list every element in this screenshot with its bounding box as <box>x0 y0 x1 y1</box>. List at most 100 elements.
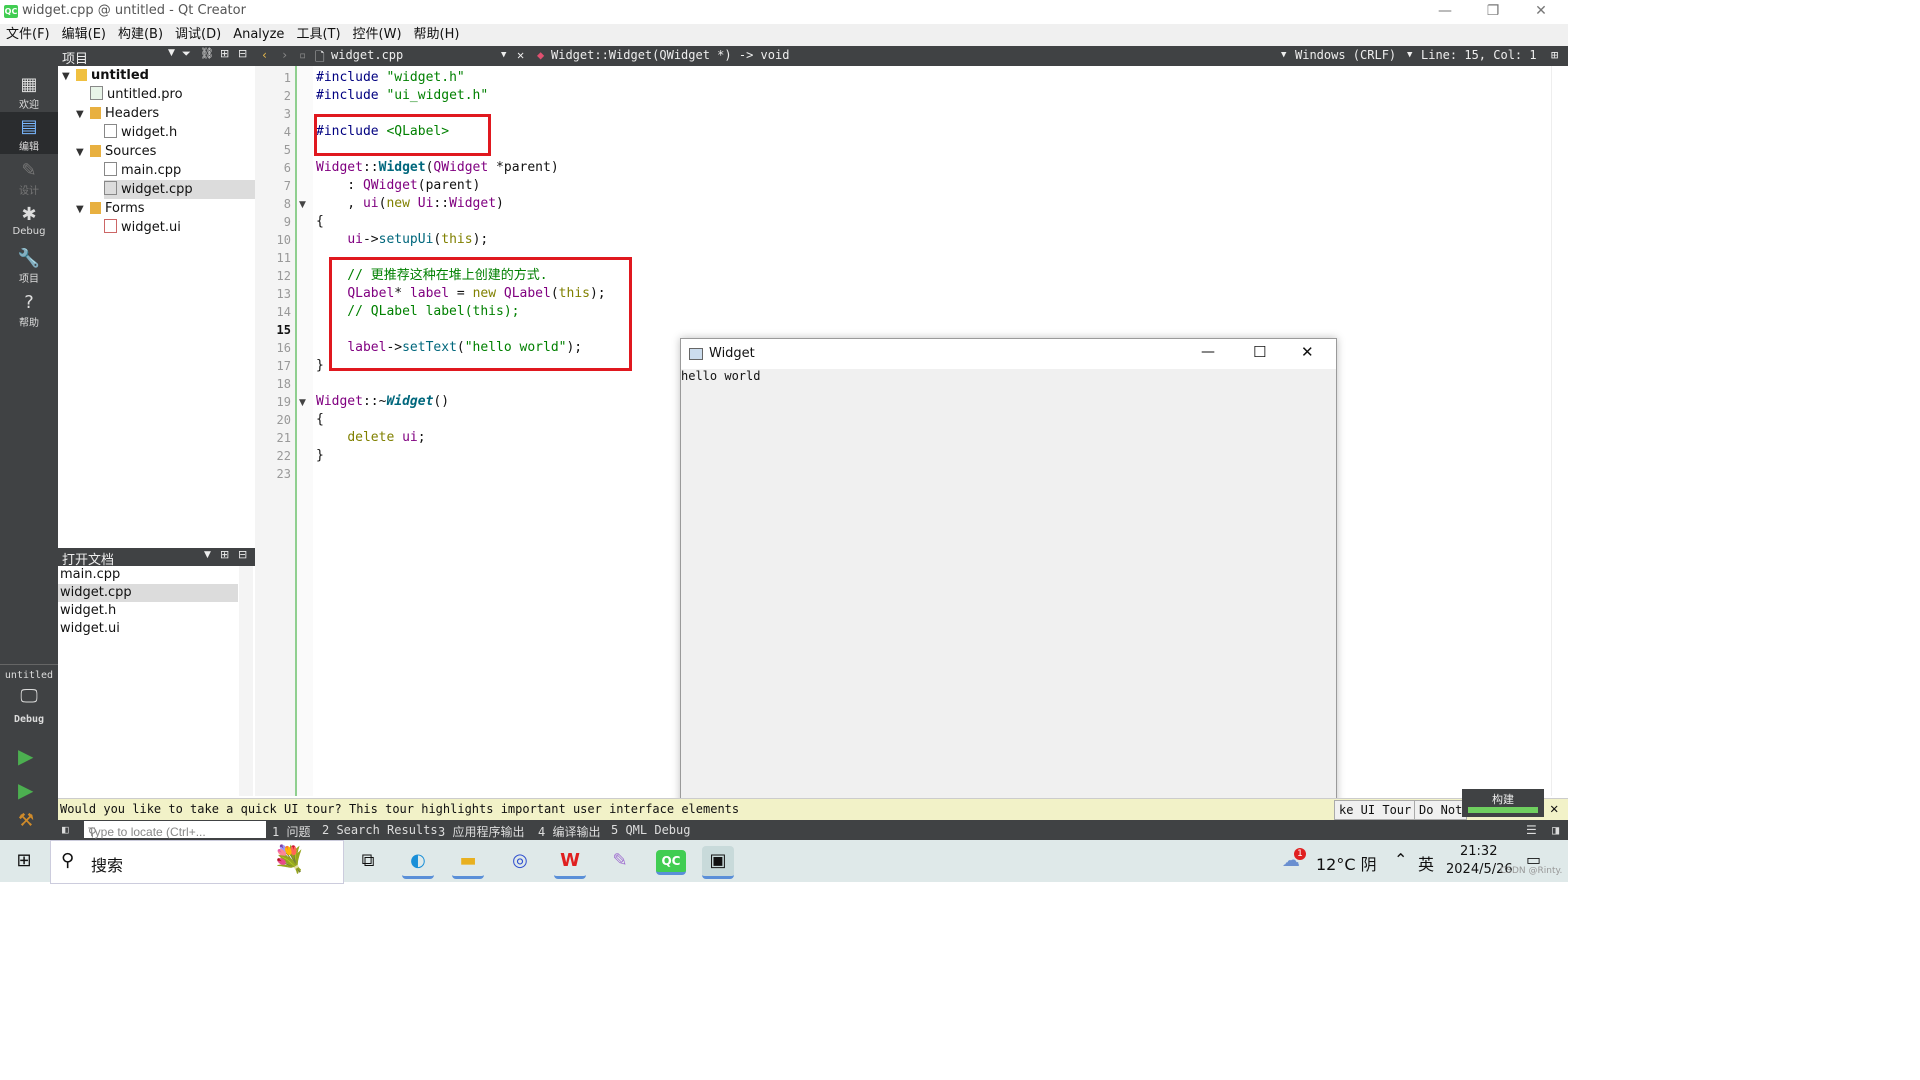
mode-welcome[interactable]: ▦ 欢迎 <box>0 70 58 112</box>
qt-creator-taskbar-icon[interactable]: QC <box>656 850 686 875</box>
open-docs-scrollbar[interactable] <box>239 566 253 796</box>
menu-edit[interactable]: 编辑(E) <box>56 24 112 46</box>
close-document-icon[interactable]: ✕ <box>517 48 524 62</box>
mode-debug[interactable]: ✱ Debug <box>0 200 58 242</box>
build-progress-track <box>1468 807 1538 813</box>
chevron-down-icon[interactable]: ▼ <box>76 200 90 219</box>
minimize-button[interactable]: — <box>1422 0 1468 24</box>
output-pane-menu-icon[interactable]: ☰ <box>1526 823 1537 837</box>
chevron-down-icon[interactable]: ▼ <box>76 105 90 124</box>
tree-node-widget-ui[interactable]: widget.ui <box>104 218 181 237</box>
open-doc-widget-cpp[interactable]: widget.cpp <box>58 584 238 602</box>
menu-analyze[interactable]: Analyze <box>227 24 290 46</box>
output-pane-issues[interactable]: 1 问题 <box>272 823 310 840</box>
close-pane-icon[interactable]: ⊟ <box>238 47 247 60</box>
tree-node-headers[interactable]: ▼ Headers <box>76 104 159 123</box>
widget-app-taskbar-icon[interactable]: ▣ <box>702 846 734 879</box>
filter-icon[interactable]: ⏷ <box>182 47 191 61</box>
chevron-down-icon[interactable]: ▼ <box>501 50 506 60</box>
split-editor-icon[interactable]: ⊞ <box>1551 48 1558 62</box>
build-progress-widget[interactable]: 构建 <box>1462 789 1544 817</box>
fold-marker-icon[interactable]: ▼ <box>299 200 306 210</box>
task-view-icon[interactable]: ⧉ <box>352 846 384 876</box>
chevron-down-icon[interactable]: ▼ <box>168 48 175 58</box>
line-number: 3 <box>283 107 291 121</box>
chevron-down-icon[interactable]: ▼ <box>76 143 90 162</box>
tree-node-main-cpp[interactable]: main.cpp <box>104 161 181 180</box>
weather-text[interactable]: 12°C 阴 <box>1316 851 1377 875</box>
line-number: 23 <box>276 467 291 481</box>
kit-selector-monitor-icon[interactable]: 🖵 <box>14 686 44 710</box>
chevron-down-icon[interactable]: ▼ <box>1281 50 1286 60</box>
output-pane-qml-debug[interactable]: 5 QML Debug <box>611 823 690 837</box>
windows-start-icon[interactable]: ⊞ <box>8 846 40 876</box>
tree-node-forms[interactable]: ▼ Forms <box>76 199 145 218</box>
run-icon[interactable]: ▶ <box>18 744 40 768</box>
menu-file[interactable]: 文件(F) <box>0 24 56 46</box>
menu-controls[interactable]: 控件(W) <box>347 24 408 46</box>
paint-app-icon[interactable]: ✎ <box>604 846 636 876</box>
mode-help[interactable]: ? 帮助 <box>0 288 58 330</box>
code-line-8: , ui(new Ui::Widget) <box>316 196 504 211</box>
menu-help[interactable]: 帮助(H) <box>408 24 466 46</box>
symbol-selector[interactable]: Widget::Widget(QWidget *) -> void <box>551 48 789 62</box>
take-ui-tour-button[interactable]: ke UI Tour <box>1334 800 1417 820</box>
tree-node-widget-cpp[interactable]: widget.cpp <box>104 180 255 199</box>
browser-app-icon[interactable]: ◎ <box>504 846 536 876</box>
file-explorer-icon[interactable]: ▬ <box>452 846 484 879</box>
open-doc-widget-ui[interactable]: widget.ui <box>58 620 238 638</box>
chevron-down-icon[interactable]: ▼ <box>204 550 211 560</box>
output-pane-application-output[interactable]: 3 应用程序输出 <box>438 823 524 840</box>
tree-node-sources[interactable]: ▼ Sources <box>76 142 156 161</box>
output-pane-compile-output[interactable]: 4 编译输出 <box>538 823 600 840</box>
edge-browser-icon[interactable]: ◐ <box>402 846 434 879</box>
menu-build[interactable]: 构建(B) <box>112 24 169 46</box>
open-doc-main-cpp[interactable]: main.cpp <box>58 566 238 584</box>
mode-edit[interactable]: ▤ 编辑 <box>0 112 58 154</box>
output-pane-search-results[interactable]: 2 Search Results <box>322 823 438 837</box>
toggle-sidebar-icon[interactable]: ◧ <box>62 823 69 836</box>
input-method-indicator[interactable]: 英 <box>1418 851 1434 875</box>
link-icon[interactable]: ⛓ <box>200 47 214 60</box>
chevron-up-icon[interactable]: ⌃ <box>1394 850 1407 869</box>
build-hammer-icon[interactable]: ⚒ <box>18 810 40 834</box>
debug-run-icon[interactable]: ▶ <box>18 778 40 802</box>
do-not-show-button[interactable]: Do Not <box>1414 800 1468 820</box>
tree-node-untitled-pro[interactable]: untitled.pro <box>90 85 183 104</box>
hello-world-label: hello world <box>681 369 761 383</box>
editor-vertical-scrollbar[interactable] <box>1551 66 1569 796</box>
close-tour-icon[interactable]: ✕ <box>1550 801 1558 817</box>
taskbar-search-box[interactable]: ⚲ 搜索 💐 <box>50 840 344 884</box>
notification-icon[interactable]: ▭ <box>1526 850 1541 869</box>
chevron-down-icon[interactable]: ▼ <box>1407 50 1412 60</box>
widget-maximize-button[interactable]: ☐ <box>1253 343 1266 361</box>
tree-node-untitled[interactable]: ▼ untitled <box>62 66 149 85</box>
restore-button[interactable]: ❐ <box>1470 0 1516 24</box>
locator-input[interactable]: ⚲ Type to locate (Ctrl+... <box>84 821 266 839</box>
back-icon[interactable]: ‹ <box>261 48 268 62</box>
project-pane-header: 项目 ▼ ⏷ ⛓ ⊞ ⊟ <box>58 46 255 67</box>
toggle-right-sidebar-icon[interactable]: ◨ <box>1552 823 1559 837</box>
line-number: 21 <box>276 431 291 445</box>
mode-design[interactable]: ✎ 设计 <box>0 156 58 198</box>
mode-projects[interactable]: 🔧 项目 <box>0 244 58 286</box>
open-doc-widget-h[interactable]: widget.h <box>58 602 238 620</box>
split-icon[interactable]: ⊞ <box>220 47 229 60</box>
close-button[interactable]: ✕ <box>1518 0 1564 24</box>
line-ending-selector[interactable]: Windows (CRLF) <box>1295 48 1396 62</box>
split-icon[interactable]: ⊞ <box>220 548 229 561</box>
taskbar-time[interactable]: 21:32 <box>1460 844 1497 859</box>
wps-office-icon[interactable]: W <box>554 846 586 879</box>
forward-icon[interactable]: › <box>281 48 288 62</box>
tree-node-widget-h[interactable]: widget.h <box>104 123 177 142</box>
widget-minimize-button[interactable]: — <box>1201 344 1215 360</box>
editor-file-name[interactable]: widget.cpp <box>331 48 403 62</box>
menu-debug[interactable]: 调试(D) <box>169 24 227 46</box>
chevron-down-icon[interactable]: ▼ <box>62 67 76 86</box>
menu-tools[interactable]: 工具(T) <box>290 24 346 46</box>
close-pane-icon[interactable]: ⊟ <box>238 548 247 561</box>
code-line-7: : QWidget(parent) <box>316 178 481 193</box>
widget-close-button[interactable]: ✕ <box>1301 343 1314 361</box>
cursor-position[interactable]: Line: 15, Col: 1 <box>1421 48 1537 62</box>
fold-marker-icon[interactable]: ▼ <box>299 398 306 408</box>
